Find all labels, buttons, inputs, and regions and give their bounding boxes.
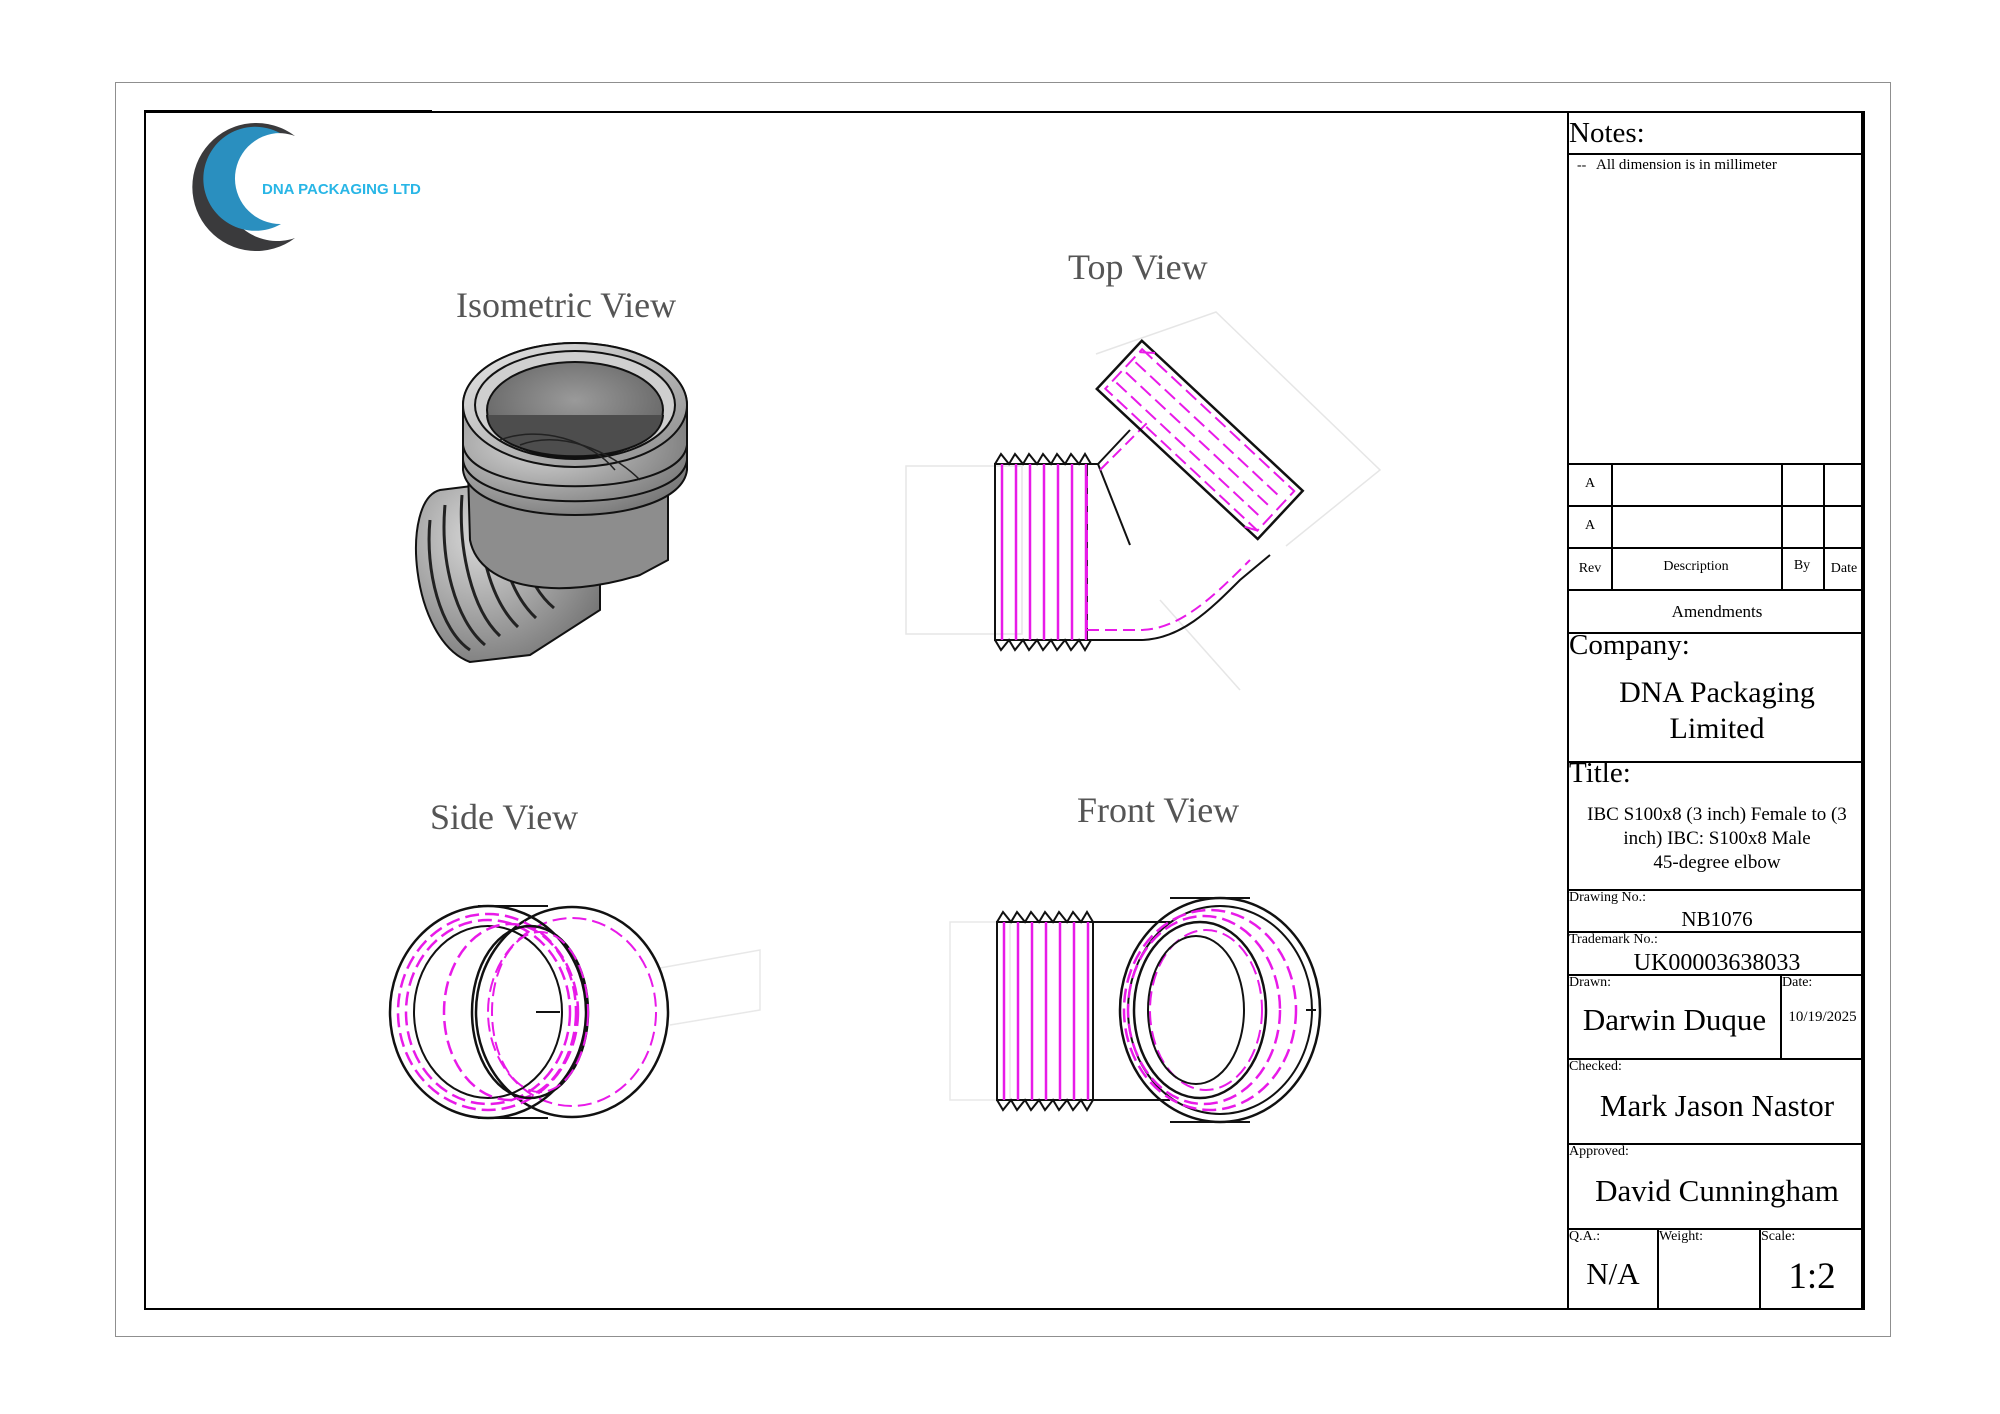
front-view-label: Front View [1077, 790, 1240, 830]
title-line1: IBC S100x8 (3 inch) Female to (3 [1587, 804, 1847, 825]
company-logo: DNA PACKAGING LTD [192, 123, 421, 251]
weight-label: Weight: [1659, 1229, 1703, 1244]
scale-value: 1:2 [1788, 1256, 1836, 1297]
rev-header-by: By [1793, 558, 1811, 573]
notes-marker: -- [1577, 158, 1587, 173]
approved-by: David Cunningham [1595, 1173, 1839, 1208]
front-view [949, 896, 1322, 1124]
qa-value: N/A [1586, 1256, 1640, 1291]
drawing-no: NB1076 [1681, 907, 1753, 931]
rev-header-description: Description [1663, 559, 1729, 574]
checked-label: Checked: [1569, 1059, 1622, 1074]
notes-heading: Notes: [1569, 117, 1645, 149]
trademark-no: UK00003638033 [1633, 950, 1801, 976]
top-view-label: Top View [1068, 247, 1208, 287]
top-view [905, 311, 1382, 691]
drawing-no-label: Drawing No.: [1569, 890, 1646, 905]
rev-row-1: A [1584, 476, 1596, 491]
side-view [388, 904, 761, 1120]
company-name-line1: DNA Packaging [1619, 676, 1815, 709]
logo-text: DNA PACKAGING LTD [262, 181, 421, 198]
title-line2: inch) IBC: S100x8 Male [1623, 828, 1811, 849]
title-line3: 45-degree elbow [1653, 852, 1781, 873]
approved-label: Approved: [1569, 1144, 1629, 1159]
qa-label: Q.A.: [1569, 1229, 1601, 1244]
company-name-line2: Limited [1669, 712, 1765, 745]
amendments-label: Amendments [1671, 602, 1763, 621]
logo-orange-arc [250, 140, 291, 221]
scale-label: Scale: [1761, 1229, 1796, 1244]
title-block: Notes: -- All dimension is in millimeter… [1567, 111, 1865, 1310]
isometric-view-label: Isometric View [456, 285, 677, 325]
title-label: Title: [1569, 757, 1631, 789]
company-label: Company: [1569, 629, 1690, 661]
trademark-label: Trademark No.: [1569, 932, 1658, 947]
checked-by: Mark Jason Nastor [1599, 1088, 1835, 1123]
drawn-label: Drawn: [1569, 975, 1611, 990]
notes-line: All dimension is in millimeter [1596, 157, 1777, 173]
rev-row-2: A [1584, 518, 1596, 533]
date-label: Date: [1782, 975, 1813, 990]
drawn-date: 10/19/2025 [1788, 1009, 1857, 1025]
isometric-view [415, 342, 688, 664]
rev-header-rev: Rev [1578, 561, 1602, 576]
side-view-label: Side View [430, 797, 579, 837]
drawn-by: Darwin Duque [1582, 1002, 1767, 1037]
rev-header-date: Date [1830, 561, 1858, 576]
